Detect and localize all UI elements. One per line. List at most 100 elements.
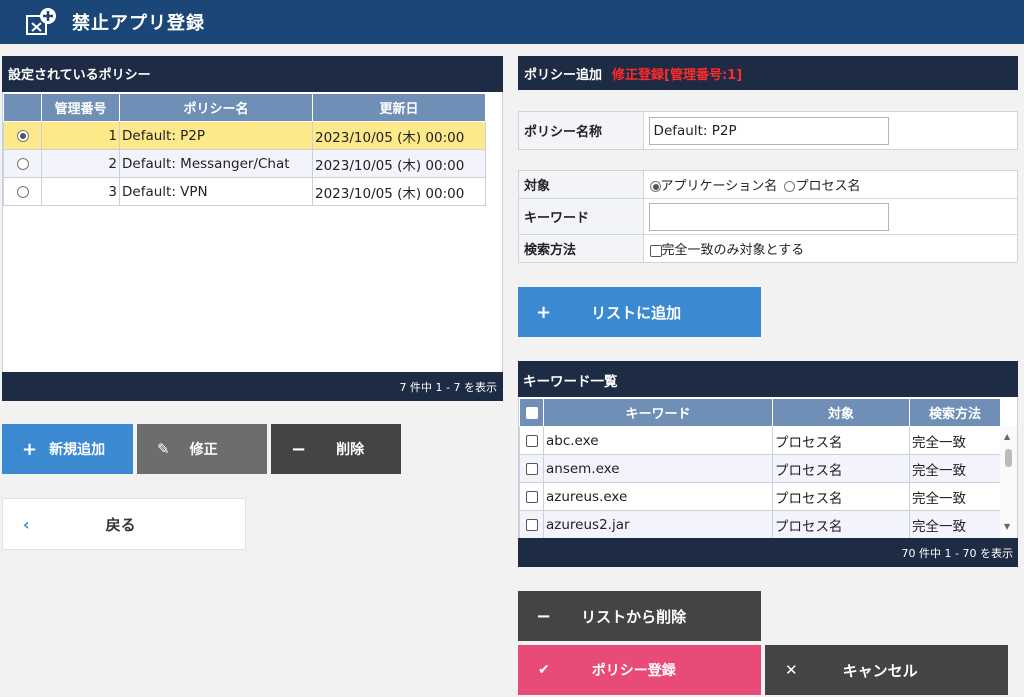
column-header-updated: 更新日 (312, 93, 486, 122)
target-process-radio[interactable] (784, 181, 796, 192)
chevron-left-icon: ‹ (23, 514, 30, 534)
target-label: 対象 (518, 170, 644, 199)
add-to-list-button[interactable]: + リストに追加 (518, 287, 761, 337)
method-label: 検索方法 (518, 234, 644, 263)
edit-policy-button[interactable]: ✎ 修正 (137, 424, 267, 474)
policy-date: 2023/10/05 (木) 00:00 (312, 121, 486, 150)
policy-radio[interactable] (16, 157, 29, 170)
target-app-label: アプリケーション名 (660, 179, 778, 194)
register-policy-label: ポリシー登録 (591, 663, 676, 679)
scroll-up-icon[interactable]: ▲ (1004, 432, 1010, 441)
policy-row[interactable]: 3 Default: VPN 2023/10/05 (木) 00:00 (3, 177, 486, 206)
keyword-target: プロセス名 (772, 482, 910, 511)
keyword-row[interactable]: azureus2.jar プロセス名 完全一致 (519, 510, 1001, 539)
policy-list-panel: 設定されているポリシー 管理番号 ポリシー名 更新日 1 Default: P2… (2, 56, 503, 401)
policy-table: 管理番号 ポリシー名 更新日 1 Default: P2P 2023/10/05… (3, 93, 486, 206)
policy-name: Default: P2P (119, 121, 313, 150)
column-header-target: 対象 (772, 398, 910, 427)
policy-form-title: ポリシー追加 (524, 68, 603, 83)
keyword-value: abc.exe (543, 426, 773, 455)
policy-row[interactable]: 2 Default: Messanger/Chat 2023/10/05 (木)… (3, 149, 486, 178)
policy-radio[interactable] (16, 129, 29, 142)
keyword-method: 完全一致 (909, 454, 1001, 483)
back-label: 戻る (105, 515, 136, 534)
edit-policy-label: 修正 (189, 442, 218, 458)
keyword-label: キーワード (518, 198, 644, 235)
keyword-form: 対象 アプリケーション名 プロセス名 キーワード 検索方法 完全一致のみ対象とす… (518, 170, 1019, 263)
policy-number: 2 (41, 149, 120, 178)
policy-name-input[interactable]: Default: P2P (648, 116, 889, 145)
policy-list-title: 設定されているポリシー (2, 56, 503, 92)
pencil-icon: ✎ (157, 440, 170, 458)
keyword-value: azureus.exe (543, 482, 773, 511)
close-icon: ✕ (785, 661, 798, 679)
keyword-list-panel: キーワード一覧 キーワード 対象 検索方法 abc.exe プロセス名 完全一致… (518, 361, 1018, 567)
top-bar: 禁止アプリ登録 (0, 0, 1024, 44)
keyword-checkbox[interactable] (525, 462, 538, 475)
select-column-header (3, 93, 42, 122)
exact-match-checkbox[interactable] (649, 244, 662, 257)
cancel-label: キャンセル (842, 661, 918, 680)
new-policy-button[interactable]: + 新規追加 (2, 424, 133, 474)
policy-date: 2023/10/05 (木) 00:00 (312, 177, 486, 206)
keyword-checkbox[interactable] (525, 490, 538, 503)
delete-policy-button[interactable]: − 削除 (271, 424, 401, 474)
policy-list-count: 7 件中 1 - 7 を表示 (2, 372, 503, 401)
column-header-policy-name: ポリシー名 (119, 93, 313, 122)
keyword-target: プロセス名 (772, 454, 910, 483)
keyword-row[interactable]: abc.exe プロセス名 完全一致 (519, 426, 1001, 455)
new-policy-label: 新規追加 (49, 442, 106, 458)
target-process-label: プロセス名 (795, 179, 861, 194)
policy-number: 3 (41, 177, 120, 206)
policy-row[interactable]: 1 Default: P2P 2023/10/05 (木) 00:00 (3, 121, 486, 150)
keyword-method: 完全一致 (909, 426, 1001, 455)
keyword-checkbox[interactable] (525, 434, 538, 447)
policy-name-form: ポリシー名称 Default: P2P (518, 111, 1019, 150)
back-button[interactable]: ‹ 戻る (2, 498, 246, 550)
keyword-table-header: キーワード 対象 検索方法 (519, 398, 1001, 427)
keyword-method: 完全一致 (909, 510, 1001, 539)
delete-policy-label: 削除 (336, 442, 365, 458)
policy-name: Default: VPN (119, 177, 313, 206)
policy-date: 2023/10/05 (木) 00:00 (312, 149, 486, 178)
remove-from-list-button[interactable]: − リストから削除 (518, 591, 761, 641)
register-policy-button[interactable]: ✔ ポリシー登録 (518, 645, 761, 695)
keyword-target: プロセス名 (772, 426, 910, 455)
remove-from-list-label: リストから削除 (581, 607, 687, 626)
keyword-list-title: キーワード一覧 (518, 361, 1018, 397)
column-header-method: 検索方法 (909, 398, 1001, 427)
add-to-list-label: リストに追加 (591, 303, 682, 322)
policy-form-mode: 修正登録[管理番号:1] (612, 68, 743, 83)
keyword-table: キーワード 対象 検索方法 abc.exe プロセス名 完全一致 ansem.e… (519, 398, 1001, 539)
column-header-number: 管理番号 (41, 93, 120, 122)
scroll-down-icon[interactable]: ▼ (1004, 522, 1010, 531)
check-icon: ✔ (538, 662, 550, 678)
policy-radio[interactable] (16, 185, 29, 198)
policy-table-header: 管理番号 ポリシー名 更新日 (3, 93, 486, 122)
policy-name-label: ポリシー名称 (518, 111, 644, 150)
keyword-row[interactable]: ansem.exe プロセス名 完全一致 (519, 454, 1001, 483)
keyword-target: プロセス名 (772, 510, 910, 539)
policy-name: Default: Messanger/Chat (119, 149, 313, 178)
keyword-list-scrollbar[interactable]: ▲ ▼ (1000, 426, 1017, 538)
target-app-radio[interactable] (649, 181, 661, 192)
policy-number: 1 (41, 121, 120, 150)
keyword-input[interactable] (648, 202, 889, 231)
column-header-keyword: キーワード (543, 398, 773, 427)
keyword-value: azureus2.jar (543, 510, 773, 539)
select-all-checkbox[interactable] (525, 406, 538, 419)
policy-form-header: ポリシー追加 修正登録[管理番号:1] (518, 56, 1018, 90)
minus-icon: − (291, 438, 307, 460)
keyword-list-count: 70 件中 1 - 70 を表示 (518, 538, 1018, 567)
keyword-method: 完全一致 (909, 482, 1001, 511)
keyword-checkbox[interactable] (525, 518, 538, 531)
plus-icon: + (536, 301, 552, 323)
plus-icon: + (22, 438, 38, 460)
app-block-add-icon (26, 8, 56, 35)
cancel-button[interactable]: ✕ キャンセル (765, 645, 1008, 695)
keyword-value: ansem.exe (543, 454, 773, 483)
keyword-row[interactable]: azureus.exe プロセス名 完全一致 (519, 482, 1001, 511)
scrollbar-thumb[interactable] (1005, 449, 1012, 467)
minus-icon: − (536, 605, 552, 627)
page-title: 禁止アプリ登録 (72, 13, 205, 34)
